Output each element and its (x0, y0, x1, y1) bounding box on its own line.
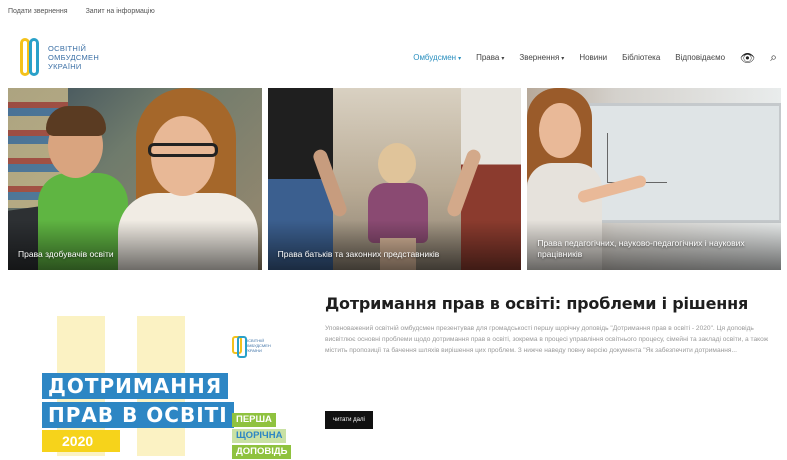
logo-text: ОСВІТНІЙ ОМБУДСМЕН УКРАЇНИ (48, 44, 99, 71)
poster-title-line-2: ПРАВ В ОСВІТІ (42, 402, 234, 428)
chevron-down-icon: ▾ (561, 56, 565, 62)
nav-item-ombudsman[interactable]: Омбудсмен ▾ (413, 53, 461, 62)
article-title[interactable]: Дотримання прав в освіті: проблеми і ріш… (325, 294, 780, 313)
featured-article: Дотримання прав в освіті: проблеми і ріш… (325, 294, 780, 356)
tile-caption: Права здобувачів освіти (18, 249, 114, 259)
poster-tag-3: ДОПОВІДЬ (232, 445, 292, 459)
nav-label: Звернення (519, 53, 560, 62)
site-logo[interactable]: ОСВІТНІЙ ОМБУДСМЕН УКРАЇНИ (20, 38, 99, 76)
nav-label: Омбудсмен (413, 53, 457, 62)
submit-appeal-link[interactable]: Подати звернення (8, 8, 68, 15)
nav-item-rights[interactable]: Права ▾ (476, 53, 504, 62)
nav-item-answers[interactable]: Відповідаємо (675, 53, 725, 62)
logo-line-1: ОСВІТНІЙ (48, 43, 87, 53)
eye-icon[interactable]: 👁 (740, 51, 755, 65)
main-nav: Омбудсмен ▾ Права ▾ Звернення ▾ Новини Бібл… (413, 50, 777, 65)
logo-line-3: УКРАЇНИ (48, 61, 82, 71)
chevron-down-icon: ▾ (458, 56, 462, 62)
poster-year: 2020 (42, 430, 120, 452)
tile-caption: Права батьків та законних представників (277, 249, 440, 259)
nav-label: Права (476, 53, 500, 62)
tile-parents-rights[interactable]: Права батьків та законних представників (267, 88, 522, 270)
nav-item-library[interactable]: Бібліотека (622, 53, 660, 62)
report-cover-image[interactable]: ОСВІТНІЙ ОМБУДСМЕН УКРАЇНИ ДОТРИМАННЯ ПР… (42, 306, 300, 460)
info-request-link[interactable]: Запит на інформацію (86, 8, 155, 15)
tile-students-rights[interactable]: Права здобувачів освіти (8, 88, 262, 270)
poster-logo: ОСВІТНІЙ ОМБУДСМЕН УКРАЇНИ (232, 336, 271, 358)
poster-tag-2: ЩОРІЧНА (232, 429, 287, 443)
nav-item-appeals[interactable]: Звернення ▾ (519, 53, 564, 62)
tile-teachers-rights[interactable]: Права педагогічних, науково-педагогічних… (527, 88, 782, 270)
tile-caption: Права педагогічних, науково-педагогічних… (537, 238, 745, 259)
logo-mark-icon (20, 38, 42, 76)
article-excerpt: Уповноважений освітній омбудсмен презент… (325, 325, 769, 354)
nav-item-news[interactable]: Новини (579, 53, 607, 62)
poster-title-line-1: ДОТРИМАННЯ (42, 373, 229, 399)
logo-line-2: ОМБУДСМЕН (48, 52, 100, 62)
chevron-down-icon: ▾ (501, 56, 505, 62)
search-icon[interactable]: ⌕ (770, 50, 777, 65)
poster-tag-1: ПЕРША (232, 413, 276, 427)
category-tiles: Права здобувачів освіти Права батьків та… (8, 88, 782, 270)
top-utility-bar: Подати звернення Запит на інформацію (8, 8, 155, 15)
read-more-button[interactable]: читати далі (325, 411, 373, 429)
